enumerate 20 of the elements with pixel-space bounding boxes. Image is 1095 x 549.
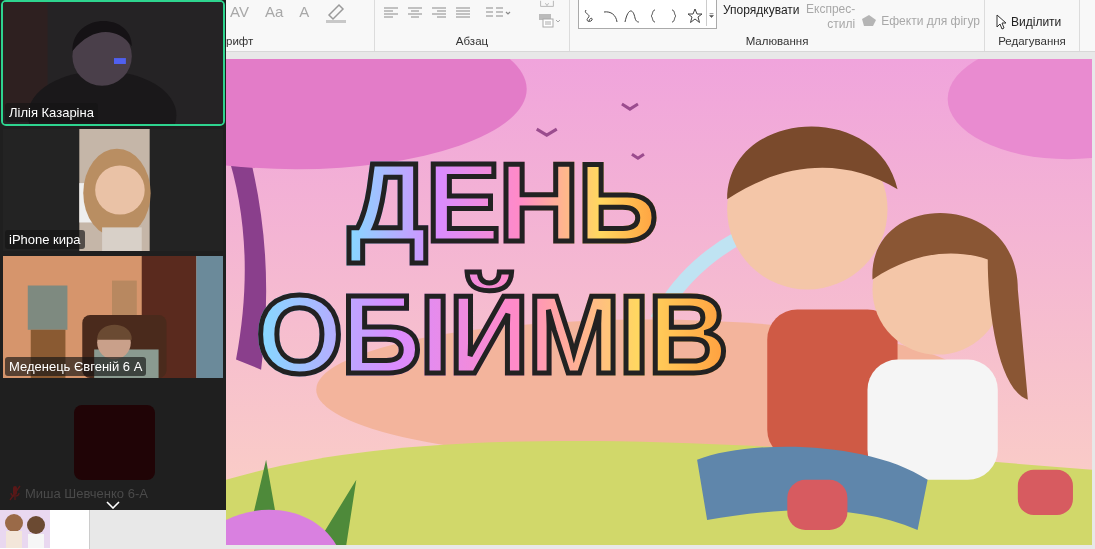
curve-icon[interactable]	[624, 8, 640, 24]
participant-name: Лілія Казаріна	[9, 105, 94, 120]
gallery-more-icon[interactable]	[706, 0, 716, 26]
group-label: рифт	[226, 35, 254, 48]
cursor-icon	[995, 13, 1007, 30]
arrange-button[interactable]: Упорядкувати	[723, 3, 800, 17]
group-label: Малювання	[745, 35, 809, 48]
star-icon[interactable]	[687, 8, 703, 24]
highlighter-icon[interactable]	[325, 3, 348, 23]
select-button[interactable]: Виділити	[1011, 14, 1062, 29]
align-text-icon[interactable]	[537, 12, 561, 28]
muted-mic-icon	[9, 485, 21, 501]
group-label: Абзац	[455, 35, 489, 48]
participant-name: Меденець Євгеній 6 А	[9, 359, 143, 374]
participant-name: iPhone кира	[9, 232, 81, 247]
arc-icon[interactable]	[603, 8, 619, 24]
chevron-down-icon[interactable]	[106, 501, 120, 509]
group-label: Редагування	[998, 35, 1066, 48]
shapes-gallery[interactable]	[578, 0, 717, 29]
shape-effects-icon	[861, 14, 878, 28]
